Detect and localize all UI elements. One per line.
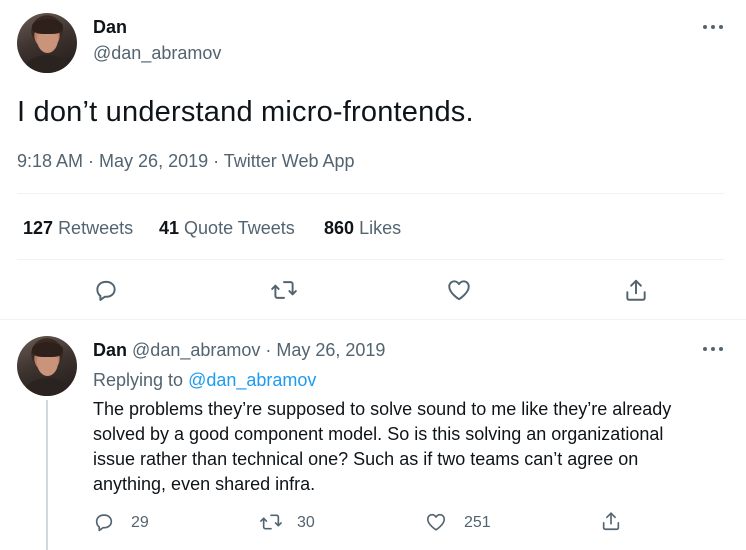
replying-prefix: Replying to xyxy=(93,370,184,390)
retweets-stat[interactable]: 127 Retweets xyxy=(23,218,133,239)
share-icon[interactable] xyxy=(623,277,649,303)
quote-tweets-stat[interactable]: 41 Quote Tweets xyxy=(159,218,295,239)
replying-to-link[interactable]: @dan_abramov xyxy=(188,370,316,390)
reply-text: The problems they’re supposed to solve s… xyxy=(93,397,713,497)
likes-label: Likes xyxy=(359,218,402,238)
quote-tweets-label: Quote Tweets xyxy=(184,218,295,238)
thread-line xyxy=(46,400,48,550)
likes-count: 860 xyxy=(324,218,355,238)
user-handle[interactable]: @dan_abramov xyxy=(93,43,221,64)
reply-header: Dan @dan_abramov · May 26, 2019 xyxy=(93,340,385,361)
divider xyxy=(17,193,724,194)
reply-handle-date[interactable]: @dan_abramov · May 26, 2019 xyxy=(132,340,385,360)
replying-to: Replying to @dan_abramov xyxy=(93,370,316,391)
reply-retweet-icon[interactable] xyxy=(259,511,283,533)
quote-tweets-count: 41 xyxy=(159,218,180,238)
reply-more-options-icon[interactable] xyxy=(703,346,723,352)
retweets-count: 127 xyxy=(23,218,54,238)
likes-stat[interactable]: 860 Likes xyxy=(324,218,401,239)
avatar[interactable] xyxy=(17,13,77,73)
retweet-count[interactable]: 30 xyxy=(297,514,315,532)
reply-like-icon[interactable] xyxy=(425,511,447,533)
retweets-label: Retweets xyxy=(58,218,134,238)
reply-text-line: The problems they’re supposed to solve s… xyxy=(93,399,672,419)
reply-text-line: anything, even shared infra. xyxy=(93,474,316,494)
reply-text-line: solved by a good component model. So is … xyxy=(93,424,664,444)
reply-icon[interactable] xyxy=(93,277,119,303)
reply-text-line: issue rather than technical one? Such as… xyxy=(93,449,639,469)
like-count[interactable]: 251 xyxy=(464,514,491,532)
reply-share-icon[interactable] xyxy=(600,510,622,532)
reply-reply-icon[interactable] xyxy=(93,511,115,533)
tweet-text: I don’t understand micro-frontends. xyxy=(17,96,474,128)
like-icon[interactable] xyxy=(446,277,472,303)
display-name[interactable]: Dan xyxy=(93,17,127,38)
reply-count[interactable]: 29 xyxy=(131,514,149,532)
reply-display-name[interactable]: Dan xyxy=(93,340,127,360)
tweet-meta[interactable]: 9:18 AM · May 26, 2019 · Twitter Web App xyxy=(17,151,355,172)
reply-avatar[interactable] xyxy=(17,336,77,396)
divider xyxy=(0,319,746,320)
more-options-icon[interactable] xyxy=(703,24,723,30)
retweet-icon[interactable] xyxy=(270,277,298,303)
divider xyxy=(17,259,724,260)
